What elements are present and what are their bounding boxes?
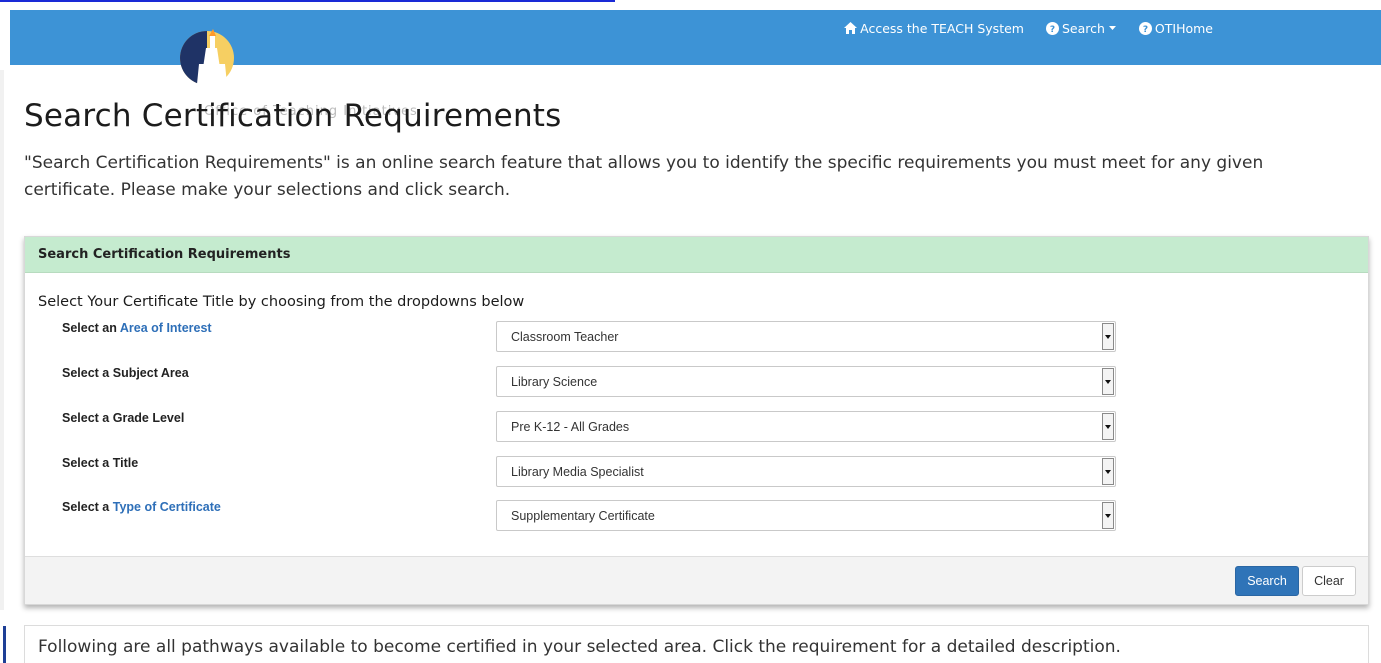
page-intro: "Search Certification Requirements" is a… bbox=[24, 153, 1264, 200]
row-area-of-interest: Select an Area of Interest Classroom Tea… bbox=[25, 321, 1368, 352]
panel-footer: Search Clear bbox=[25, 556, 1368, 604]
chevron-down-icon bbox=[1102, 502, 1114, 529]
row-label: Select a Grade Level bbox=[62, 411, 184, 425]
select-value: Classroom Teacher bbox=[511, 330, 619, 344]
page-title: Search Certification Requirements bbox=[24, 98, 562, 134]
search-button[interactable]: Search bbox=[1235, 566, 1299, 596]
row-label: Select a Subject Area bbox=[62, 366, 189, 380]
nav-menu: Access the TEACH System ? Search ? OTIHo… bbox=[844, 10, 1213, 46]
pathways-panel: Following are all pathways available to … bbox=[24, 625, 1369, 663]
search-panel: Search Certification Requirements Select… bbox=[24, 236, 1369, 605]
row-title: Select a Title Library Media Specialist bbox=[25, 456, 1368, 487]
area-of-interest-select[interactable]: Classroom Teacher bbox=[496, 321, 1116, 352]
select-value: Pre K-12 - All Grades bbox=[511, 420, 630, 434]
subject-area-select[interactable]: Library Science bbox=[496, 366, 1116, 397]
select-value: Library Science bbox=[511, 375, 598, 389]
row-label-prefix: Select a bbox=[62, 500, 113, 514]
row-label: Select a Type of Certificate bbox=[62, 500, 221, 514]
chevron-down-icon bbox=[1102, 413, 1114, 440]
statue-of-liberty-torch-icon[interactable] bbox=[173, 28, 237, 85]
row-label: Select an Area of Interest bbox=[62, 321, 212, 335]
left-edge-strip bbox=[0, 70, 4, 610]
row-label-prefix: Select a Grade Level bbox=[62, 411, 185, 425]
caret-down-icon bbox=[1108, 25, 1117, 31]
row-label-prefix: Select an bbox=[62, 321, 120, 335]
svg-text:?: ? bbox=[1050, 25, 1055, 35]
nav-access-teach[interactable]: Access the TEACH System bbox=[844, 21, 1024, 36]
area-of-interest-link[interactable]: Area of Interest bbox=[120, 321, 212, 335]
row-type-of-certificate: Select a Type of Certificate Supplementa… bbox=[25, 500, 1368, 531]
grade-level-select[interactable]: Pre K-12 - All Grades bbox=[496, 411, 1116, 442]
select-value: Library Media Specialist bbox=[511, 465, 644, 479]
row-label: Select a Title bbox=[62, 456, 138, 470]
svg-text:?: ? bbox=[1143, 25, 1148, 35]
left-edge-marker bbox=[3, 626, 6, 663]
row-grade-level: Select a Grade Level Pre K-12 - All Grad… bbox=[25, 411, 1368, 442]
nav-access-teach-label: Access the TEACH System bbox=[860, 20, 1024, 36]
nav-otihome-label: OTIHome bbox=[1154, 20, 1213, 36]
row-label-prefix: Select a Title bbox=[62, 456, 139, 470]
question-circle-icon: ? bbox=[1045, 21, 1059, 35]
clear-button[interactable]: Clear bbox=[1302, 566, 1356, 596]
form-heading: Select Your Certificate Title by choosin… bbox=[38, 294, 525, 310]
pathways-intro: Following are all pathways available to … bbox=[38, 637, 1121, 657]
chevron-down-icon bbox=[1102, 458, 1114, 485]
row-subject-area: Select a Subject Area Library Science bbox=[25, 366, 1368, 397]
title-select[interactable]: Library Media Specialist bbox=[496, 456, 1116, 487]
nav-search-dropdown[interactable]: ? Search bbox=[1045, 20, 1117, 36]
nav-otihome[interactable]: ? OTIHome bbox=[1138, 20, 1213, 36]
chevron-down-icon bbox=[1102, 323, 1114, 350]
home-icon bbox=[844, 22, 858, 34]
type-of-certificate-link[interactable]: Type of Certificate bbox=[113, 500, 221, 514]
select-value: Supplementary Certificate bbox=[511, 509, 655, 523]
top-accent-line bbox=[0, 0, 615, 2]
row-label-prefix: Select a Subject Area bbox=[62, 366, 189, 380]
panel-header: Search Certification Requirements bbox=[25, 237, 1368, 273]
chevron-down-icon bbox=[1102, 368, 1114, 395]
nav-search-label: Search bbox=[1061, 20, 1105, 36]
question-circle-icon: ? bbox=[1138, 21, 1152, 35]
type-of-certificate-select[interactable]: Supplementary Certificate bbox=[496, 500, 1116, 531]
